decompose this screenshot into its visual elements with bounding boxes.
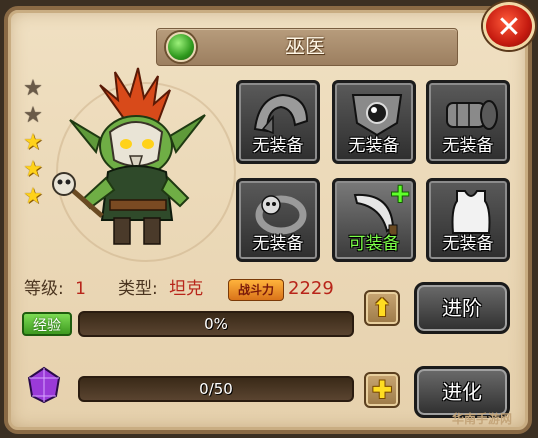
experience-bar: 0% bbox=[78, 311, 354, 337]
hero-name-title: 巫医 bbox=[285, 34, 325, 58]
type-stat: 类型: 坦克 bbox=[118, 277, 203, 301]
equipment-slot-shoulder[interactable]: 无装备 bbox=[236, 80, 320, 164]
slot-status-label: 无装备 bbox=[348, 136, 400, 156]
green-gem-icon bbox=[166, 32, 196, 62]
type-label: 类型: bbox=[118, 279, 158, 299]
level-value: 1 bbox=[75, 279, 86, 299]
level-up-button[interactable]: ⬆ bbox=[364, 290, 400, 326]
slot-status-label: 无装备 bbox=[442, 234, 494, 254]
equipment-slot-gauntlet[interactable]: 无装备 bbox=[426, 80, 510, 164]
add-shards-button[interactable]: ✚ bbox=[364, 372, 400, 408]
arrow-up-icon: ⬆ bbox=[371, 294, 393, 322]
level-label: 等级: bbox=[24, 279, 64, 299]
combat-power-value: 2229 bbox=[288, 278, 334, 299]
type-value: 坦克 bbox=[169, 279, 204, 299]
site-watermark: 华南手游网 bbox=[452, 412, 513, 426]
level-stat: 等级: 1 bbox=[24, 277, 86, 301]
advance-button[interactable]: 进阶 bbox=[414, 282, 510, 334]
slot-status-label: 无装备 bbox=[442, 136, 494, 156]
equipment-slot-amulet[interactable]: 无装备 bbox=[332, 80, 416, 164]
equipment-slot-armor[interactable]: 无装备 bbox=[426, 178, 510, 262]
combat-power-badge: 战斗力 bbox=[228, 279, 284, 301]
equipment-slot-ring[interactable]: 无装备 bbox=[236, 178, 320, 262]
experience-bar-text: 0% bbox=[204, 315, 228, 333]
experience-tag: 经验 bbox=[22, 312, 72, 336]
equippable-plus-icon: + bbox=[389, 179, 411, 209]
slot-status-label: 无装备 bbox=[252, 234, 304, 254]
equipment-slot-weapon[interactable]: + 可装备 bbox=[332, 178, 416, 262]
shard-progress-bar: 0/50 bbox=[78, 376, 354, 402]
troll-witch-doctor-portrait bbox=[52, 67, 206, 245]
close-icon: ✕ bbox=[496, 10, 522, 45]
purple-crystal-icon bbox=[27, 366, 61, 404]
shard-count-text: 0/50 bbox=[199, 380, 233, 398]
close-button[interactable]: ✕ bbox=[483, 2, 535, 50]
slot-status-label: 可装备 bbox=[348, 234, 400, 254]
slot-status-label: 无装备 bbox=[252, 136, 304, 156]
plus-icon: ✚ bbox=[371, 376, 393, 404]
